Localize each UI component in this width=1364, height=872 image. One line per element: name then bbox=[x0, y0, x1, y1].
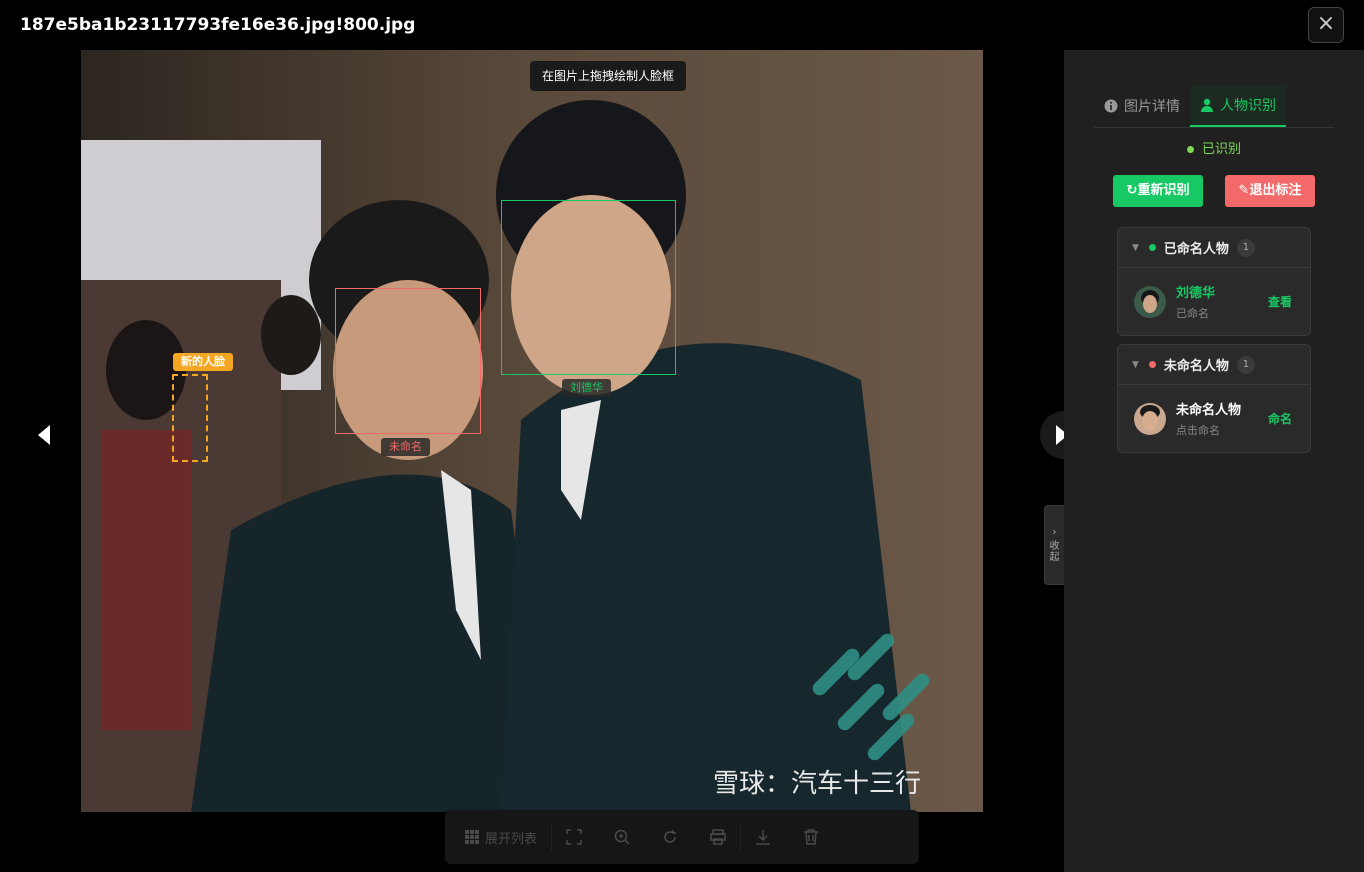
image-toolbar: 展开列表 bbox=[445, 810, 919, 864]
caret-down-icon: ▼ bbox=[1132, 359, 1139, 370]
tab-label: 人物识别 bbox=[1220, 98, 1276, 114]
avatar bbox=[1134, 285, 1166, 318]
status-dot bbox=[1148, 361, 1156, 368]
group-title: 未命名人物 bbox=[1163, 359, 1229, 374]
re-recognize-label: 重新识别 bbox=[1137, 183, 1190, 198]
image-viewer: 雪球：汽车十三行 在图片上拖拽绘制人脸框 新的人脸 未命名 刘德华 展开列表 bbox=[0, 50, 1084, 872]
group-title: 已命名人物 bbox=[1163, 242, 1229, 257]
file-title: 187e5ba1b23117793fe16e36.jpg!800.jpg bbox=[20, 15, 416, 35]
zoom-in-button[interactable] bbox=[614, 829, 630, 845]
unnamed-face-label[interactable]: 未命名 bbox=[381, 438, 430, 456]
new-face-box[interactable] bbox=[172, 374, 208, 462]
print-button[interactable] bbox=[710, 829, 726, 845]
named-group-header[interactable]: ▼ 已命名人物 1 bbox=[1118, 228, 1310, 268]
arrow-left-icon bbox=[38, 425, 50, 445]
fullscreen-button[interactable] bbox=[566, 829, 582, 845]
unnamed-people-group: ▼ 未命名人物 1 未命名人物 点击命名 命名 bbox=[1117, 344, 1311, 453]
download-icon bbox=[756, 830, 771, 845]
previous-image-button[interactable] bbox=[30, 415, 60, 455]
named-face-box[interactable] bbox=[501, 200, 676, 375]
edit-icon: ✎ bbox=[1238, 183, 1250, 198]
trash-icon bbox=[804, 829, 819, 845]
tab-label: 图片详情 bbox=[1124, 99, 1180, 115]
person-status: 点击命名 bbox=[1176, 424, 1220, 437]
expand-list-label: 展开列表 bbox=[485, 831, 538, 847]
status-text: 已识别 bbox=[1201, 142, 1241, 157]
collapse-panel-button[interactable]: › 收起 bbox=[1044, 505, 1064, 585]
status-dot bbox=[1186, 146, 1194, 153]
toolbar-divider bbox=[740, 823, 742, 851]
tab-person-recognition[interactable]: 人物识别 bbox=[1190, 85, 1286, 127]
fullscreen-icon bbox=[566, 829, 582, 845]
person-name: 未命名人物 bbox=[1176, 403, 1242, 418]
person-icon bbox=[1201, 98, 1213, 112]
view-button[interactable]: 查看 bbox=[1268, 293, 1292, 310]
rotate-icon bbox=[664, 830, 677, 843]
close-button[interactable]: × bbox=[1308, 7, 1344, 43]
group-count: 1 bbox=[1236, 355, 1255, 374]
collapse-label: 收起 bbox=[1049, 541, 1060, 563]
list-item[interactable]: 刘德华 已命名 查看 bbox=[1118, 268, 1310, 335]
unnamed-group-header[interactable]: ▼ 未命名人物 1 bbox=[1118, 345, 1310, 385]
avatar bbox=[1134, 402, 1166, 435]
new-face-label: 新的人脸 bbox=[173, 353, 233, 371]
named-people-group: ▼ 已命名人物 1 刘德华 已命名 查看 bbox=[1117, 227, 1311, 336]
expand-list-button[interactable]: 展开列表 bbox=[465, 828, 537, 847]
print-icon bbox=[710, 829, 726, 845]
draw-face-hint: 在图片上拖拽绘制人脸框 bbox=[530, 61, 687, 91]
refresh-icon: ↻ bbox=[1126, 183, 1138, 198]
toolbar-divider bbox=[551, 823, 553, 851]
grid-icon bbox=[465, 830, 479, 844]
rotate-button[interactable] bbox=[662, 829, 678, 845]
status-dot bbox=[1148, 244, 1156, 251]
photo[interactable]: 雪球：汽车十三行 在图片上拖拽绘制人脸框 新的人脸 未命名 刘德华 bbox=[81, 50, 983, 812]
zoom-in-icon bbox=[614, 829, 630, 845]
person-name: 刘德华 bbox=[1176, 286, 1216, 301]
side-panel: 图片详情 人物识别 已识别 ↻重新识别 ✎退出标注 ▼ 已命名人物 1 刘德华 … bbox=[1064, 50, 1364, 872]
exit-label: 退出标注 bbox=[1249, 183, 1302, 198]
watermark: 雪球：汽车十三行 bbox=[713, 769, 921, 799]
title-bar: 187e5ba1b23117793fe16e36.jpg!800.jpg × bbox=[0, 0, 1364, 50]
delete-button[interactable] bbox=[803, 829, 819, 845]
re-recognize-button[interactable]: ↻重新识别 bbox=[1113, 175, 1203, 207]
panel-tabs: 图片详情 人物识别 bbox=[1094, 85, 1334, 128]
named-face-label[interactable]: 刘德华 bbox=[562, 379, 611, 397]
exit-annotation-button[interactable]: ✎退出标注 bbox=[1225, 175, 1315, 207]
person-status: 已命名 bbox=[1176, 307, 1209, 320]
name-button[interactable]: 命名 bbox=[1268, 410, 1292, 427]
list-item[interactable]: 未命名人物 点击命名 命名 bbox=[1118, 385, 1310, 452]
tab-image-details[interactable]: 图片详情 bbox=[1094, 85, 1190, 127]
info-icon bbox=[1104, 99, 1118, 113]
unnamed-face-box[interactable] bbox=[335, 288, 481, 434]
caret-down-icon: ▼ bbox=[1132, 242, 1139, 253]
group-count: 1 bbox=[1236, 238, 1255, 257]
download-button[interactable] bbox=[755, 829, 771, 845]
chevron-right-icon: › bbox=[1052, 525, 1057, 538]
recognition-status: 已识别 bbox=[1064, 138, 1364, 157]
